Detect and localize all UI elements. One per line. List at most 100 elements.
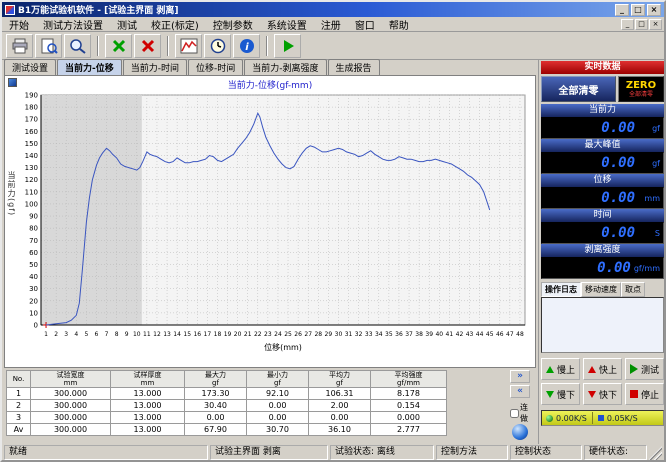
column-name: 平均强度 (372, 371, 445, 379)
menu-item-3[interactable]: 校正(标定) (144, 17, 206, 32)
clock-button[interactable] (204, 34, 231, 58)
column-header: 平均力gf (309, 371, 371, 388)
field-unit: gf (638, 159, 660, 168)
test-button[interactable]: 测试 (625, 358, 664, 380)
green-x-button[interactable] (105, 34, 132, 58)
expand-up-button[interactable]: » (510, 370, 530, 383)
svg-text:29: 29 (325, 331, 333, 338)
child-restore-button[interactable]: □ (635, 19, 648, 30)
svg-text:42: 42 (456, 331, 464, 338)
stop-button[interactable]: 停止 (625, 383, 664, 405)
menu-item-2[interactable]: 测试 (110, 17, 144, 32)
menu-item-8[interactable]: 帮助 (382, 17, 416, 32)
svg-text:6: 6 (95, 331, 99, 338)
column-name: 最小力 (248, 371, 307, 379)
log-tabs: 操作日志移动速度取点 (541, 282, 664, 297)
svg-text:11: 11 (143, 331, 151, 338)
tab-2[interactable]: 当前力-时间 (123, 59, 187, 75)
minimize-button[interactable]: _ (615, 4, 629, 16)
clock-icon (210, 38, 226, 54)
speed-icon (598, 415, 604, 421)
tab-1[interactable]: 当前力-位移 (57, 59, 122, 75)
zoom-button[interactable] (64, 34, 91, 58)
table-cell: 173.30 (185, 388, 247, 400)
field-display: 0.00mm (541, 187, 664, 209)
printer-button[interactable] (6, 34, 33, 58)
tab-4[interactable]: 当前力-剥离强度 (244, 59, 326, 75)
table-cell: 0.00 (185, 412, 247, 424)
curve-button[interactable] (175, 34, 202, 58)
realtime-field-4: 剥离强度0.00gf/mm (541, 244, 664, 279)
svg-text:48: 48 (516, 331, 524, 338)
table-row[interactable]: 1300.00013.000173.3092.10106.318.178 (7, 388, 447, 400)
speed-indicator: 0.00K/S 0.05K/S (541, 410, 664, 426)
menu-item-6[interactable]: 注册 (314, 17, 348, 32)
svg-text:17: 17 (204, 331, 212, 338)
svg-text:50: 50 (29, 261, 38, 269)
info-button[interactable]: i (233, 34, 260, 58)
field-value: 0.00 (601, 155, 635, 171)
table-cell: 2.00 (309, 400, 371, 412)
operation-log-list[interactable] (541, 297, 664, 353)
field-unit: S (638, 229, 660, 238)
svg-text:36: 36 (395, 331, 403, 338)
speed-divider (592, 412, 593, 424)
table-cell: 2 (7, 400, 31, 412)
resize-grip[interactable] (649, 445, 662, 460)
svg-text:41: 41 (446, 331, 454, 338)
tab-5[interactable]: 生成报告 (328, 59, 380, 75)
table-row[interactable]: 3300.00013.0000.000.000.000.000 (7, 412, 447, 424)
child-minimize-button[interactable]: _ (621, 19, 634, 30)
globe-icon[interactable] (512, 424, 528, 440)
field-value: 0.00 (601, 120, 635, 136)
svg-text:10: 10 (133, 331, 141, 338)
table-cell: Av (7, 424, 31, 436)
fast-down-button[interactable]: 快下 (583, 383, 622, 405)
tab-0[interactable]: 测试设置 (4, 59, 56, 75)
svg-text:18: 18 (214, 331, 222, 338)
log-tab-1[interactable]: 移动速度 (581, 282, 621, 297)
slow-down-button[interactable]: 慢下 (541, 383, 580, 405)
table-row[interactable]: Av300.00013.00067.9030.7036.102.777 (7, 424, 447, 436)
stop-label: 停止 (641, 388, 659, 401)
table-row[interactable]: 2300.00013.00030.400.002.000.154 (7, 400, 447, 412)
log-tab-2[interactable]: 取点 (621, 282, 645, 297)
column-unit: gf (248, 379, 307, 387)
maximize-button[interactable]: □ (631, 4, 645, 16)
svg-text:21: 21 (244, 331, 252, 338)
menu-item-0[interactable]: 开始 (2, 17, 36, 32)
status-segment-5: 硬件状态: (584, 445, 647, 460)
child-close-button[interactable]: × (649, 19, 662, 30)
preview-button[interactable] (35, 34, 62, 58)
table-cell: 300.000 (31, 400, 111, 412)
menu-item-5[interactable]: 系统设置 (260, 17, 314, 32)
zero-button[interactable]: ZERO 全部清零 (618, 76, 664, 102)
log-tab-0[interactable]: 操作日志 (541, 282, 581, 297)
fast-up-button[interactable]: 快上 (583, 358, 622, 380)
red-x-icon (140, 38, 156, 54)
close-button[interactable]: × (647, 4, 661, 16)
menu-item-4[interactable]: 控制参数 (206, 17, 260, 32)
chart-area: 当前力-位移(gf-mm) 当前力(gf) 010203040506070809… (4, 75, 536, 368)
clear-all-button[interactable]: 全部清零 (541, 76, 616, 102)
menu-item-1[interactable]: 测试方法设置 (36, 17, 110, 32)
continuous-checkbox[interactable] (510, 409, 519, 418)
table-cell: 30.70 (247, 424, 309, 436)
svg-text:10: 10 (29, 309, 38, 317)
red-x-button[interactable] (134, 34, 161, 58)
slow-up-button[interactable]: 慢上 (541, 358, 580, 380)
play-button[interactable] (274, 34, 301, 58)
field-display: 0.00gf/mm (541, 257, 664, 279)
column-name: 最大力 (186, 371, 245, 379)
table-cell: 2.777 (371, 424, 447, 436)
menu-item-7[interactable]: 窗口 (348, 17, 382, 32)
svg-text:180: 180 (25, 104, 38, 112)
table-cell: 3 (7, 412, 31, 424)
svg-text:27: 27 (304, 331, 312, 338)
tab-3[interactable]: 位移-时间 (188, 59, 243, 75)
info-icon: i (239, 38, 255, 54)
expand-down-button[interactable]: « (510, 385, 530, 398)
down-arrow-icon (546, 391, 554, 398)
svg-text:190: 190 (25, 92, 38, 100)
realtime-field-3: 时间0.00S (541, 209, 664, 244)
